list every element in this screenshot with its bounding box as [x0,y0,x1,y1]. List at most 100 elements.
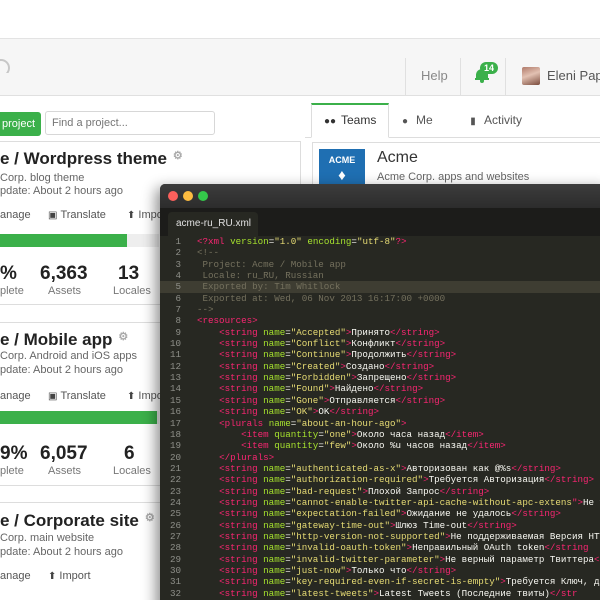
gear-icon[interactable]: ⚙ [173,149,183,162]
code-line[interactable]: 12 <string name="Created">Создано</strin… [160,361,600,372]
line-number: 22 [169,474,181,486]
line-text: <string name="authenticated-as-x">Автори… [219,462,561,474]
code-line[interactable]: 6 Exported at: Wed, 06 Nov 2013 16:17:00… [160,293,600,304]
code-line[interactable]: 10 <string name="Conflict">Конфликт</str… [160,338,600,349]
code-line[interactable]: 11 <string name="Continue">Продолжить</s… [160,349,600,360]
code-line[interactable]: 19 <item quantity="few">Около %u часов н… [160,440,600,451]
tab-activity[interactable]: ▮ Activity [467,104,522,137]
user-name[interactable]: Eleni Papa [547,68,600,83]
team-name[interactable]: Acme [377,149,418,167]
code-line[interactable]: 25 <string name="expectation-failed">Ожи… [160,508,600,519]
line-text: <string name="gateway-time-out">Шлюз Tim… [219,519,517,531]
gear-icon[interactable]: ⚙ [118,330,128,343]
stat-assets-value: 6,363 [40,263,88,284]
line-number: 16 [169,406,181,418]
editor-titlebar [160,184,600,208]
code-line[interactable]: 5 Exported by: Tim Whitlock [160,281,600,293]
code-line[interactable]: 27 <string name="http-version-not-suppor… [160,531,600,542]
code-line[interactable]: 28 <string name="invalid-oauth-token">Не… [160,542,600,553]
line-number: 24 [169,496,181,508]
code-line[interactable]: 14 <string name="Found">Найдено</string> [160,383,600,394]
code-area[interactable]: 1 <?xml version="1.0" encoding="utf-8"?> 2… [160,236,600,600]
line-text: <string name="authorization-required">Тр… [219,474,595,486]
line-text: <!-- [197,247,220,259]
line-text: <string name="Gone">Отправляется</string… [219,394,446,406]
line-text: <string name="Created">Создано</string> [219,360,435,372]
upload-icon: ⬆ [127,210,136,221]
manage-link[interactable]: anage [0,570,31,582]
close-window-button[interactable] [168,191,178,201]
code-line[interactable]: 8 <resources> [160,315,600,326]
code-line[interactable]: 32 <string name="latest-tweets">Latest T… [160,588,600,599]
code-line[interactable]: 4 Locale: ru_RU, Russian [160,270,600,281]
import-link[interactable]: ⬆ Import [48,570,91,582]
project-title[interactable]: e / Corporate site ⚙ [0,511,155,531]
progress-bar [0,234,159,247]
code-line[interactable]: 20 </plurals> [160,452,600,463]
code-line[interactable]: 31 <string name="key-required-even-if-se… [160,576,600,587]
code-line[interactable]: 9 <string name="Accepted">Принято</strin… [160,327,600,338]
code-line[interactable]: 3 Project: Acme / Mobile app [160,259,600,270]
code-line[interactable]: 17 <plurals name="about-an-hour-ago"> [160,418,600,429]
line-number: 10 [169,338,181,350]
line-number: 6 [175,292,181,304]
new-project-button[interactable]: project [0,112,41,136]
code-line[interactable]: 24 <string name="cannot-enable-twitter-a… [160,497,600,508]
code-line[interactable]: 16 <string name="OK">OK</string> [160,406,600,417]
minimize-window-button[interactable] [183,191,193,201]
translate-link[interactable]: ▣ Translate [48,209,106,221]
logo-icon[interactable] [0,57,10,73]
line-text: <string name="key-required-even-if-secre… [219,576,600,588]
line-number: 4 [175,270,181,282]
project-title[interactable]: e / Mobile app ⚙ [0,330,128,350]
stat-locales-value: 13 [118,263,140,284]
code-line[interactable]: 15 <string name="Gone">Отправляется</str… [160,395,600,406]
line-text: <item quantity="few">Около %u часов наза… [241,440,506,452]
line-number: 30 [169,564,181,576]
code-editor-window: acme-ru_RU.xml 1 <?xml version="1.0" enco… [160,184,600,600]
line-text: </plurals> [219,451,275,463]
tab-me[interactable]: ● Me [399,104,433,137]
upload-icon: ⬆ [48,571,57,582]
line-number: 23 [169,485,181,497]
tab-label: Me [416,113,433,127]
line-number: 15 [169,394,181,406]
maximize-window-button[interactable] [198,191,208,201]
stat-complete-label: plete [0,285,24,297]
gear-icon[interactable]: ⚙ [145,511,155,524]
code-line[interactable]: 21 <string name="authenticated-as-x">Авт… [160,463,600,474]
help-link[interactable]: Help [421,68,448,83]
deer-icon: ♦ [338,167,346,184]
line-number: 19 [169,440,181,452]
project-title[interactable]: e / Wordpress theme ⚙ [0,149,183,169]
line-number: 26 [169,519,181,531]
code-line[interactable]: 26 <string name="gateway-time-out">Шлюз … [160,520,600,531]
line-number: 14 [169,383,181,395]
line-text: <string name="Found">Найдено</string> [219,383,424,395]
code-line[interactable]: 13 <string name="Forbidden">Запрещено</s… [160,372,600,383]
code-line[interactable]: 30 <string name="just-now">Только что</s… [160,565,600,576]
tab-teams[interactable]: ●● Teams [311,103,390,138]
editor-file-tab[interactable]: acme-ru_RU.xml [168,212,258,236]
translate-link[interactable]: ▣ Translate [48,390,106,402]
manage-link[interactable]: anage [0,390,31,402]
code-line[interactable]: 29 <string name="invalid-twitter-paramet… [160,554,600,565]
code-line[interactable]: 18 <item quantity="one">Около часа назад… [160,429,600,440]
import-link[interactable]: ⬆ Impo [127,209,163,221]
line-number: 17 [169,417,181,429]
line-number: 3 [175,258,181,270]
avatar[interactable] [522,67,540,85]
code-line[interactable]: 1 <?xml version="1.0" encoding="utf-8"?> [160,236,600,247]
line-text: <string name="Accepted">Принято</string> [219,326,440,338]
find-project-input[interactable] [45,111,215,135]
project-updated: pdate: About 2 hours ago [0,364,123,376]
manage-link[interactable]: anage [0,209,31,221]
code-line[interactable]: 2 <!-- [160,247,600,258]
code-line[interactable]: 22 <string name="authorization-required"… [160,474,600,485]
stat-assets-label: Assets [48,465,82,477]
stat-complete-value: 9% [0,443,28,464]
notification-count-badge[interactable]: 14 [480,62,499,74]
project-updated: pdate: About 2 hours ago [0,546,123,558]
code-line[interactable]: 23 <string name="bad-request">Плохой Зап… [160,486,600,497]
code-line[interactable]: 7 --> [160,304,600,315]
